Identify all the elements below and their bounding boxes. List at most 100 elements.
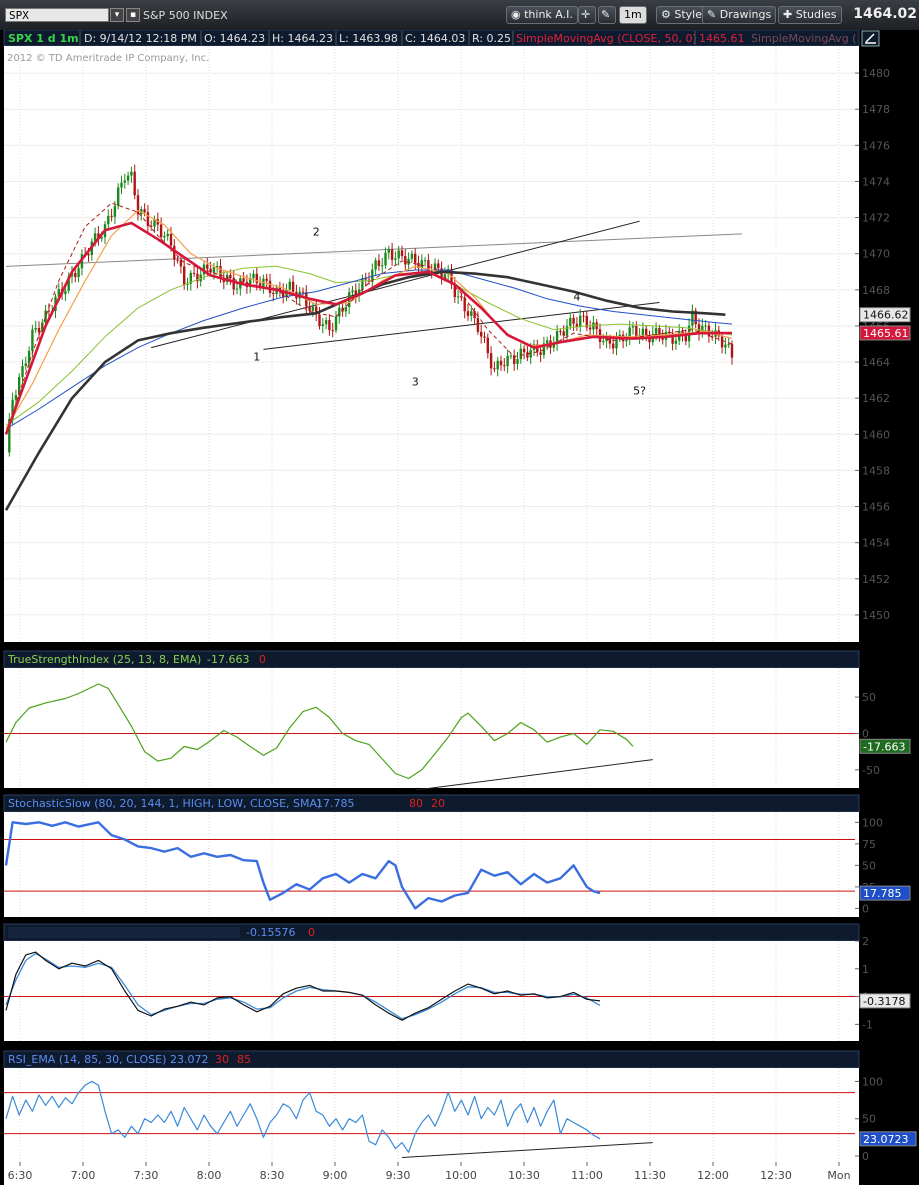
candle-body <box>539 352 542 355</box>
candle-body <box>328 320 331 331</box>
candle-body <box>87 254 90 256</box>
time-tick-label: 10:00 <box>445 1169 477 1182</box>
candle-body <box>117 187 120 206</box>
wave-label: 5? <box>633 385 646 398</box>
candle-body <box>77 268 80 278</box>
candle-body <box>460 296 463 298</box>
rsi-ref-label-85: 85 <box>237 1053 251 1066</box>
candle-body <box>308 306 311 311</box>
macd-value: -0.15576 <box>246 926 295 939</box>
time-tick-label: 8:00 <box>197 1169 222 1182</box>
candle-body <box>169 233 173 246</box>
tsi-value-tag: -17.663 <box>863 740 905 753</box>
header-sma1-value: 1465.61 <box>699 32 745 45</box>
header-close: C: 1464.03 <box>405 32 465 45</box>
candle-body <box>612 343 615 349</box>
candle-body <box>31 329 34 351</box>
time-tick-label: 6:30 <box>8 1169 33 1182</box>
candle-body <box>143 209 146 213</box>
style-button[interactable]: ⚙ Style <box>656 6 707 24</box>
candle-body <box>107 215 110 225</box>
stoch-ytick-label: 75 <box>862 838 876 851</box>
studies-button[interactable]: ✚ Studies <box>778 6 842 24</box>
settings-tool-button[interactable]: ✎ <box>598 6 616 24</box>
header-sma1: SimpleMovingAvg (CLOSE, 50, 0) <box>516 32 697 45</box>
rsi-ytick-label: 50 <box>862 1113 876 1126</box>
wrench-icon: ✎ <box>601 8 611 21</box>
candle-body <box>381 265 384 267</box>
price-ytick-label: 1452 <box>862 573 890 586</box>
candle-body <box>704 325 707 327</box>
candle-body <box>483 336 486 338</box>
time-tick-label: 11:30 <box>634 1169 666 1182</box>
candle-body <box>486 337 489 354</box>
candle-body <box>130 171 133 176</box>
stoch-ref-label-80: 80 <box>409 797 423 810</box>
candle-body <box>126 175 130 181</box>
candle-body <box>602 341 605 343</box>
think-ai-button[interactable]: ◉ think A.I. <box>506 6 578 24</box>
candle-body <box>242 278 245 282</box>
time-tick-label: 12:00 <box>697 1169 729 1182</box>
candle-body <box>493 368 496 370</box>
candle-body <box>470 311 473 316</box>
candle-body <box>480 331 483 337</box>
rsi-value: 23.072 <box>170 1053 209 1066</box>
candle-body <box>212 267 216 273</box>
time-tick-label: 8:30 <box>260 1169 285 1182</box>
time-axis: 6:30 7:00 7:30 8:00 8:30 9:00 9:30 10:00 10:30 11… <box>4 1162 859 1185</box>
candle-body <box>579 315 582 327</box>
price-ytick-label: 1462 <box>862 392 890 405</box>
candle-body <box>476 318 480 332</box>
time-axis-bg <box>4 1162 859 1185</box>
candle-body <box>582 315 585 317</box>
candle-body <box>374 260 377 270</box>
candle-body <box>206 264 209 269</box>
symbol-dropdown-icon[interactable]: ▾ <box>110 8 124 22</box>
candle-body <box>420 260 423 268</box>
candle-body <box>519 348 522 360</box>
candle-body <box>384 252 387 266</box>
stoch-ytick-label: 100 <box>862 816 883 829</box>
candle-body <box>522 348 526 353</box>
crosshair-icon: ✛ <box>581 8 591 21</box>
candle-body <box>456 296 460 298</box>
drawings-label: Drawings <box>719 8 772 21</box>
candle-body <box>133 171 136 196</box>
candle-body <box>14 395 18 400</box>
candle-body <box>503 365 506 367</box>
candle-body <box>291 281 295 292</box>
time-tick-label: 10:30 <box>508 1169 540 1182</box>
macd-ytick-label: -1 <box>862 1018 873 1031</box>
wave-label: 3 <box>412 376 419 389</box>
candle-body <box>400 250 404 257</box>
candle-body <box>437 263 440 269</box>
candle-body <box>516 359 519 364</box>
price-ytick-label: 1454 <box>862 537 890 550</box>
price-ytick-label: 1468 <box>862 284 890 297</box>
macd-panel <box>4 941 859 1041</box>
period-button[interactable]: 1m <box>619 6 647 24</box>
symbol-link-icon[interactable]: ▪ <box>126 8 140 22</box>
macd-ytick-label: 2 <box>862 935 869 948</box>
copyright: 2012 © TD Ameritrade IP Company, Inc. <box>7 53 209 64</box>
symbol-input[interactable]: SPX <box>5 8 109 22</box>
tsi-ytick-label: 50 <box>862 691 876 704</box>
wave-label: 1 <box>253 350 260 363</box>
header-low: L: 1463.98 <box>339 32 398 45</box>
candle-body <box>645 328 648 337</box>
candle-body <box>173 245 176 260</box>
think-ai-icon: ◉ <box>511 8 525 21</box>
price-ytick-label: 1474 <box>862 175 890 188</box>
candle-body <box>311 306 315 311</box>
candle-body <box>219 265 222 278</box>
candle-body <box>27 350 31 364</box>
price-ytick-label: 1476 <box>862 139 890 152</box>
candle-body <box>301 291 305 293</box>
candle-body <box>625 339 628 342</box>
drawings-button[interactable]: ✎ Drawings <box>702 6 777 24</box>
candle-body <box>176 259 179 261</box>
candle-body <box>407 258 410 265</box>
crosshair-tool-button[interactable]: ✛ <box>578 6 596 24</box>
macd-ytick-label: 1 <box>862 963 869 976</box>
